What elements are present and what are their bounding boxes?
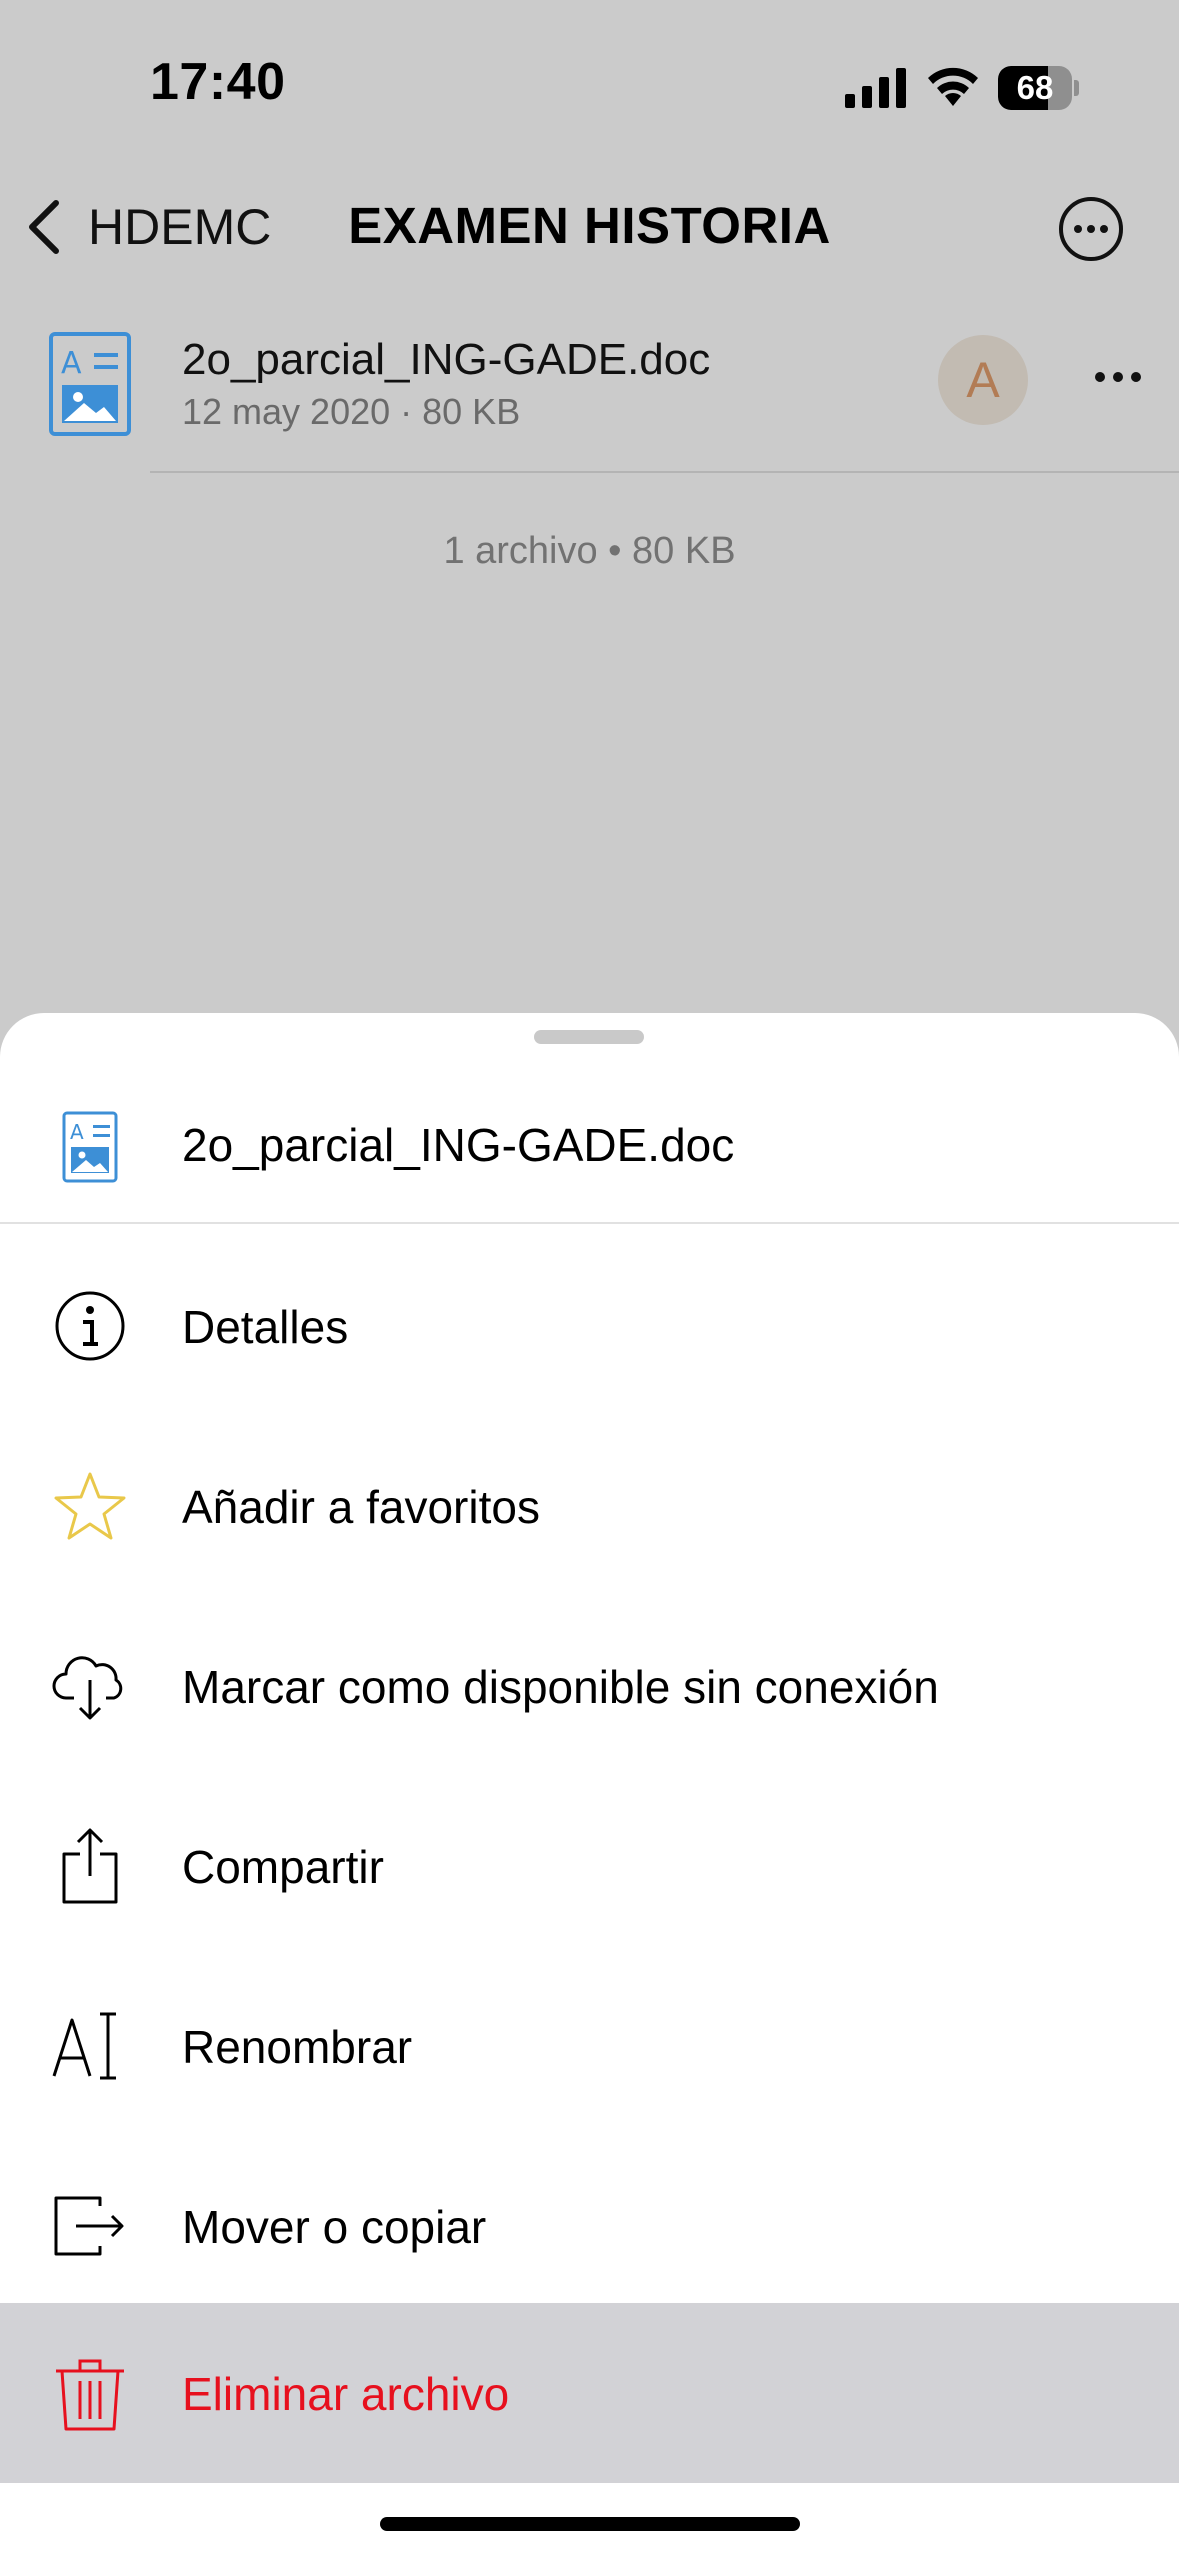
avatar: A (938, 335, 1028, 425)
file-name: 2o_parcial_ING-GADE.doc (182, 335, 711, 384)
wifi-icon (928, 67, 978, 106)
menu-item-rename[interactable]: Renombrar (0, 1956, 1179, 2136)
svg-text:A: A (61, 346, 82, 381)
file-meta: 12 may 2020 · 80 KB (182, 391, 521, 432)
sheet-grabber[interactable] (534, 1030, 644, 1044)
menu-item-label: Mover o copiar (182, 2201, 487, 2253)
menu-item-label: Añadir a favoritos (182, 1481, 540, 1533)
trash-icon (56, 2359, 124, 2431)
menu-item-move[interactable]: Mover o copiar (0, 2136, 1179, 2316)
menu-item-favorite[interactable]: Añadir a favoritos (0, 1416, 1179, 1596)
document-file-icon: A (49, 332, 131, 436)
menu-item-delete[interactable]: Eliminar archivo (0, 2303, 1179, 2483)
menu-item-share[interactable]: Compartir (0, 1776, 1179, 1956)
move-icon (54, 2196, 124, 2256)
star-icon (54, 1472, 126, 1540)
menu-item-label: Detalles (182, 1301, 349, 1353)
menu-item-label: Compartir (182, 1841, 384, 1893)
navigation-bar: HDEMC EXAMEN HISTORIA (0, 180, 1179, 275)
share-icon (62, 1828, 118, 1904)
info-icon (55, 1291, 125, 1361)
battery-indicator: 68 (998, 66, 1079, 110)
more-options-icon[interactable] (1058, 196, 1124, 262)
home-indicator (380, 2517, 800, 2531)
cellular-signal-icon (845, 68, 906, 108)
menu-item-details[interactable]: Detalles (0, 1236, 1179, 1416)
svg-text:A: A (70, 1120, 84, 1144)
divider (0, 1222, 1179, 1224)
sheet-title: 2o_parcial_ING-GADE.doc (182, 1119, 735, 1171)
menu-item-offline[interactable]: Marcar como disponible sin conexión (0, 1596, 1179, 1776)
file-list-item[interactable]: A 2o_parcial_ING-GADE.doc 12 may 2020 · … (0, 315, 1179, 475)
status-time: 17:40 (150, 53, 286, 111)
action-sheet: A 2o_parcial_ING-GADE.doc Detalles Añadi… (0, 1013, 1179, 2556)
battery-percent: 68 (1016, 69, 1054, 106)
divider (150, 471, 1179, 473)
document-file-icon: A (62, 1111, 118, 1183)
status-bar: 17:40 68 (0, 0, 1179, 150)
ellipsis-icon[interactable] (1090, 357, 1146, 397)
menu-item-label: Marcar como disponible sin conexión (182, 1661, 939, 1713)
menu-item-label: Eliminar archivo (182, 2368, 510, 2420)
sheet-header: A 2o_parcial_ING-GADE.doc (0, 1073, 1179, 1223)
menu-item-label: Renombrar (182, 2021, 413, 2073)
cloud-download-icon (52, 1656, 123, 1720)
folder-summary: 1 archivo • 80 KB (443, 530, 736, 572)
page-title: EXAMEN HISTORIA (348, 197, 831, 254)
rename-icon (52, 2012, 116, 2080)
